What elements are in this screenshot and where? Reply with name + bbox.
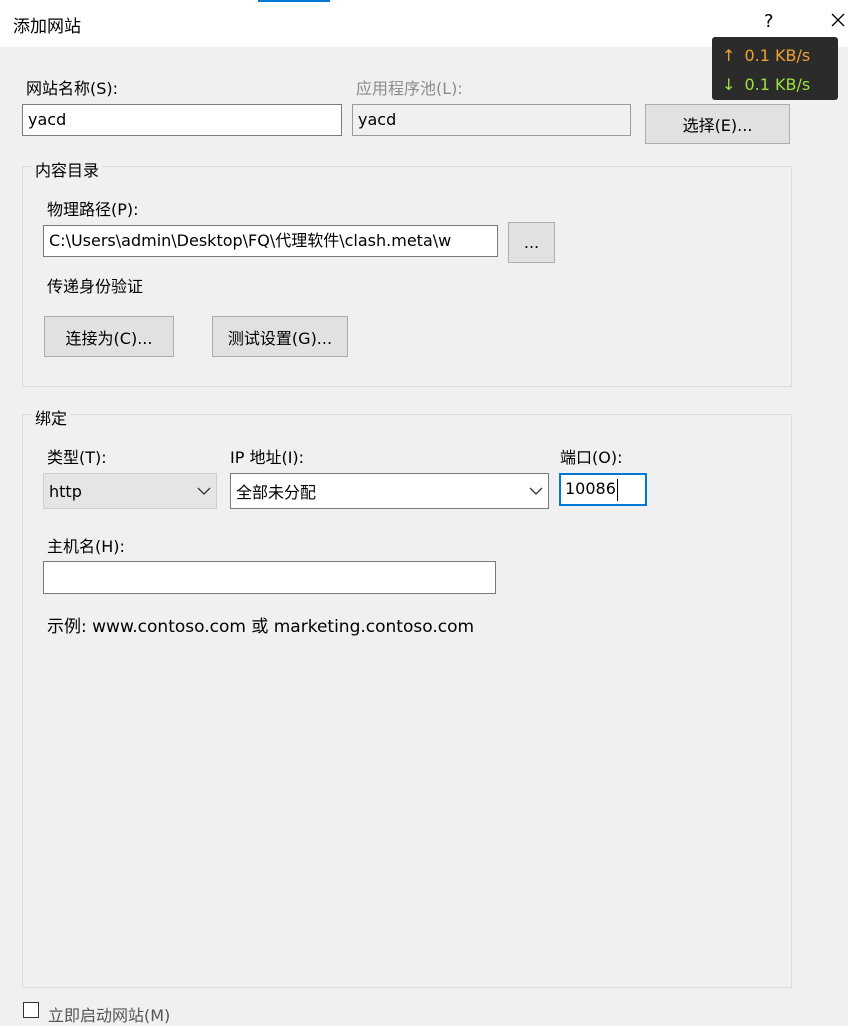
port-input[interactable]: 10086: [559, 473, 647, 506]
binding-legend: 绑定: [32, 405, 71, 429]
app-pool-label: 应用程序池(L):: [356, 79, 463, 98]
start-website-label: 立即启动网站(M): [48, 1006, 171, 1025]
window-title: 添加网站: [13, 17, 81, 37]
connect-as-button[interactable]: 连接为(C)...: [44, 316, 174, 357]
close-button[interactable]: [828, 10, 848, 32]
ip-address-value: 全部未分配: [236, 483, 317, 502]
test-settings-button[interactable]: 测试设置(G)...: [212, 316, 348, 357]
browse-button[interactable]: ...: [508, 222, 555, 263]
host-name-example: 示例: www.contoso.com 或 marketing.contoso.…: [47, 617, 475, 637]
host-name-input[interactable]: [43, 561, 496, 594]
help-button[interactable]: ?: [764, 11, 774, 32]
close-icon: [831, 13, 845, 27]
download-speed-value: 0.1 KB/s: [744, 75, 811, 94]
select-pool-button[interactable]: 选择(E)...: [645, 104, 790, 144]
ip-address-label: IP 地址(I):: [230, 448, 305, 467]
app-pool-input: yacd: [352, 104, 631, 136]
type-label: 类型(T):: [47, 448, 107, 467]
port-value: 10086: [565, 479, 616, 498]
site-name-input[interactable]: yacd: [22, 104, 342, 136]
start-website-checkbox[interactable]: [23, 1002, 39, 1018]
upload-speed-value: 0.1 KB/s: [744, 46, 811, 65]
site-name-label: 网站名称(S):: [26, 79, 119, 98]
content-directory-legend: 内容目录: [32, 157, 103, 181]
type-select[interactable]: http: [43, 473, 217, 509]
chevron-down-icon: [529, 487, 543, 495]
type-select-value: http: [49, 481, 82, 501]
network-speed-widget: ↑ 0.1 KB/s ↓ 0.1 KB/s: [712, 37, 838, 100]
pass-through-auth-label: 传递身份验证: [47, 277, 144, 296]
chevron-down-icon: [197, 487, 211, 495]
host-name-label: 主机名(H):: [47, 537, 125, 556]
physical-path-label: 物理路径(P):: [47, 200, 139, 219]
down-arrow-icon: ↓: [722, 75, 736, 94]
title-accent: [258, 0, 330, 2]
upload-speed: ↑ 0.1 KB/s: [722, 46, 810, 65]
download-speed: ↓ 0.1 KB/s: [722, 75, 810, 94]
up-arrow-icon: ↑: [722, 46, 736, 65]
ip-address-select[interactable]: 全部未分配: [230, 473, 549, 509]
physical-path-input[interactable]: C:\Users\admin\Desktop\FQ\代理软件\clash.met…: [43, 225, 498, 257]
text-caret: [616, 478, 618, 501]
port-label: 端口(O):: [560, 448, 623, 467]
